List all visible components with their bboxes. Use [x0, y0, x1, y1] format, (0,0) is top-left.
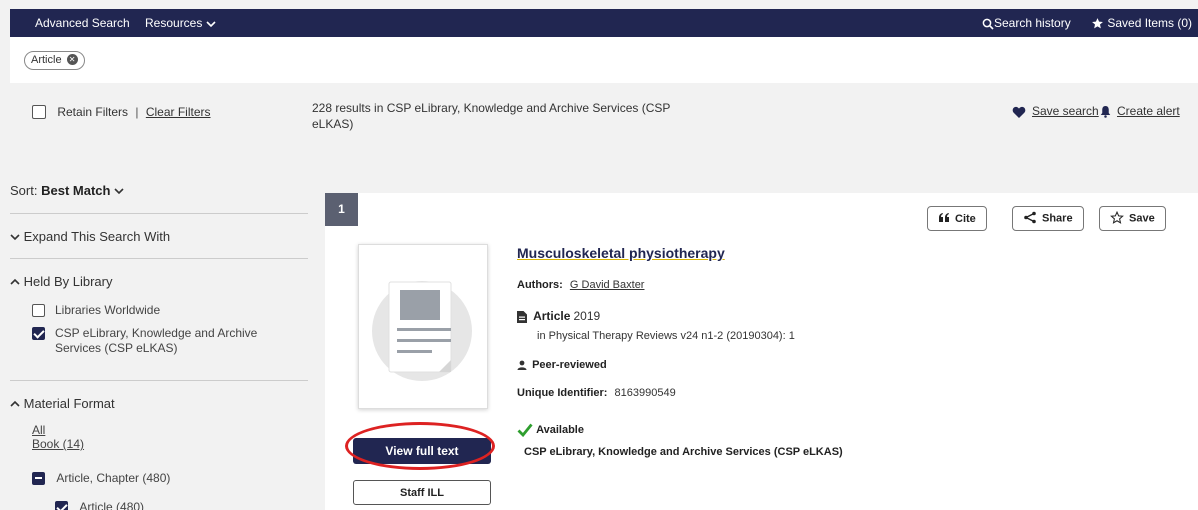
availability-label: Available [536, 423, 584, 436]
document-icon [517, 311, 527, 324]
material-format-toggle[interactable]: Material Format [10, 396, 115, 411]
authors-label: Authors: [517, 279, 563, 291]
chevron-up-icon [10, 278, 20, 285]
retain-filters-checkbox[interactable] [32, 104, 46, 119]
collapse-icon[interactable] [32, 472, 45, 486]
sort-value: Best Match [41, 183, 111, 198]
cite-button[interactable]: Cite [927, 206, 987, 231]
format-year: 2019 [573, 309, 601, 323]
heart-icon [1012, 106, 1026, 118]
article-thumbnail [358, 244, 488, 409]
create-alert-label: Create alert [1117, 104, 1180, 118]
search-history-label: Search history [994, 16, 1071, 30]
share-icon [1024, 211, 1036, 224]
staff-ill-button[interactable]: Staff ILL [353, 480, 491, 505]
clear-filters-link[interactable]: Clear Filters [146, 105, 211, 119]
format-article-label: Article (480) [79, 500, 145, 510]
format-row: Article 2019 [517, 309, 601, 324]
held-option-checkbox[interactable] [32, 327, 45, 340]
format-article-checkbox[interactable] [55, 501, 68, 510]
format-article[interactable]: Article (480) [55, 500, 144, 510]
advanced-search-link[interactable]: Advanced Search [35, 16, 130, 30]
create-alert-link[interactable]: Create alert [1100, 104, 1180, 119]
share-label: Share [1042, 212, 1073, 225]
chevron-up-icon [10, 400, 20, 407]
search-history-link[interactable]: Search history [982, 16, 1071, 30]
save-search-link[interactable]: Save search [1012, 104, 1099, 118]
share-button[interactable]: Share [1012, 206, 1084, 231]
format-type: Article [533, 309, 571, 323]
format-book-link[interactable]: Book (14) [32, 437, 84, 452]
document-icon [372, 281, 472, 381]
uid-label: Unique Identifier: [517, 387, 608, 399]
held-option-label: CSP eLibrary, Knowledge and Archive Serv… [55, 326, 258, 355]
bell-icon [1100, 106, 1111, 119]
checkmark-icon [517, 423, 533, 438]
held-option-libraries-worldwide[interactable]: Libraries Worldwide [32, 303, 292, 318]
held-heading: Held By Library [23, 274, 113, 289]
highlight-annotation [345, 422, 495, 470]
chevron-down-icon [206, 21, 216, 27]
active-filters-bar: Article ✕ [10, 37, 1198, 83]
expand-section: Expand This Search With [10, 213, 308, 258]
peer-reviewed-label: Peer-reviewed [532, 359, 607, 371]
chevron-down-icon [114, 188, 124, 195]
chevron-down-icon [10, 234, 20, 241]
result-title-link[interactable]: Musculoskeletal physiotherapy [517, 245, 725, 261]
material-format-section: Material Format All Book (14) Article, C… [10, 380, 308, 510]
format-article-chapter-label: Article, Chapter (480) [56, 471, 171, 486]
saved-items-label: Saved Items (0) [1107, 16, 1193, 30]
result-index-badge: 1 [325, 193, 358, 226]
unique-identifier-row: Unique Identifier: 8163990549 [517, 387, 676, 399]
source-line: in Physical Therapy Reviews v24 n1-2 (20… [537, 330, 795, 342]
close-icon[interactable]: ✕ [66, 53, 78, 65]
peer-reviewed-row: Peer-reviewed [517, 359, 607, 371]
held-by-library-section: Held By Library Libraries Worldwide CSP … [10, 258, 308, 380]
expand-heading: Expand This Search With [23, 229, 171, 244]
save-button[interactable]: Save [1099, 206, 1166, 231]
sort-label: Sort: [10, 183, 38, 198]
uid-value: 8163990549 [614, 387, 676, 399]
held-by-library-toggle[interactable]: Held By Library [10, 274, 113, 289]
retain-filters-label: Retain Filters [57, 104, 129, 119]
held-option-label: Libraries Worldwide [55, 303, 161, 317]
person-icon [517, 360, 527, 371]
results-toolbar: Retain Filters | Clear Filters 228 resul… [10, 83, 1198, 163]
author-link[interactable]: G David Baxter [570, 279, 645, 291]
sort-control[interactable]: Sort: Best Match [10, 183, 124, 198]
star-outline-icon [1110, 210, 1124, 224]
filters-sidebar: Sort: Best Match Expand This Search With… [10, 163, 308, 510]
save-search-label: Save search [1032, 104, 1099, 118]
format-all-link[interactable]: All [32, 423, 45, 438]
results-summary: 228 results in CSP eLibrary, Knowledge a… [312, 101, 671, 131]
availability-row: Available [517, 423, 584, 438]
quote-icon [939, 213, 949, 223]
top-nav-bar: Advanced Search Resources Search history… [10, 9, 1198, 37]
holding-library: CSP eLibrary, Knowledge and Archive Serv… [524, 446, 843, 458]
expand-section-toggle[interactable]: Expand This Search With [10, 229, 170, 244]
holding-library-label: CSP eLibrary, Knowledge and Archive Serv… [524, 446, 843, 458]
resources-label: Resources [145, 16, 203, 30]
held-option-csp-elkas[interactable]: CSP eLibrary, Knowledge and Archive Serv… [32, 326, 272, 356]
cite-label: Cite [955, 212, 976, 225]
resources-menu[interactable]: Resources [145, 16, 216, 30]
authors-row: Authors: G David Baxter [517, 279, 644, 291]
search-icon [982, 18, 994, 30]
save-label: Save [1129, 212, 1155, 225]
separator: | [135, 104, 139, 119]
format-article-chapter[interactable]: Article, Chapter (480) [32, 471, 170, 486]
filter-chip-label: Article [31, 54, 62, 66]
held-option-checkbox[interactable] [32, 304, 45, 317]
retain-filters-row: Retain Filters | Clear Filters [32, 104, 211, 119]
filter-chip-article[interactable]: Article ✕ [24, 51, 85, 70]
star-icon [1092, 18, 1103, 29]
saved-items-link[interactable]: Saved Items (0) [1091, 16, 1192, 30]
format-heading: Material Format [23, 396, 115, 411]
